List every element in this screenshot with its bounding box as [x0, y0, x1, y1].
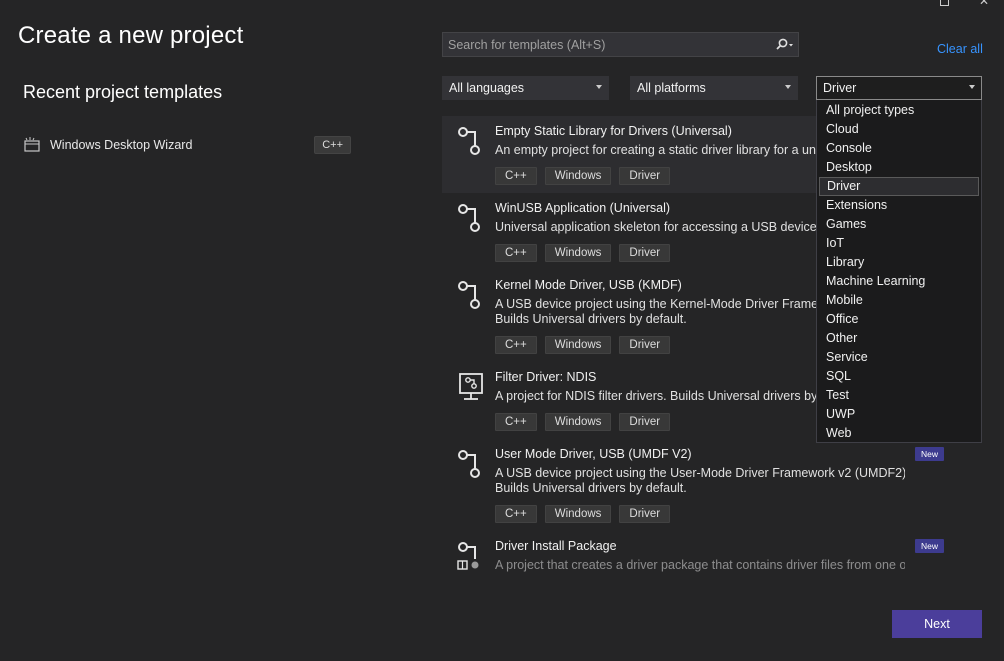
search-icon[interactable]	[772, 35, 798, 55]
tag-language: C++	[495, 505, 537, 523]
menu-item-library[interactable]: Library	[819, 253, 979, 272]
driver-icon	[458, 281, 480, 309]
driver-icon	[458, 127, 480, 155]
driver-package-icon	[457, 542, 479, 570]
clear-all-link[interactable]: Clear all	[937, 42, 983, 56]
tag-type: Driver	[619, 167, 671, 185]
recent-template-label: Windows Desktop Wizard	[50, 138, 193, 152]
tag-type: Driver	[619, 336, 671, 354]
page-title: Create a new project	[18, 22, 244, 49]
menu-item-uwp[interactable]: UWP	[819, 405, 979, 424]
tag-platform: Windows	[544, 336, 612, 354]
template-description-line2: Builds Universal drivers by default.	[495, 481, 687, 495]
project-type-dropdown-menu: All project types Cloud Console Desktop …	[816, 100, 982, 443]
menu-item-office[interactable]: Office	[819, 310, 979, 329]
platform-filter-dropdown[interactable]: All platforms	[630, 76, 798, 100]
template-description: A USB device project using the User-Mode…	[495, 466, 905, 480]
tag-type: Driver	[619, 413, 671, 431]
menu-item-test[interactable]: Test	[819, 386, 979, 405]
template-description: A project that creates a driver package …	[495, 558, 905, 572]
next-button[interactable]: Next	[892, 610, 982, 638]
menu-item-console[interactable]: Console	[819, 139, 979, 158]
network-filter-icon	[459, 373, 483, 400]
menu-item-other[interactable]: Other	[819, 329, 979, 348]
menu-item-cloud[interactable]: Cloud	[819, 120, 979, 139]
template-title: User Mode Driver, USB (UMDF V2)	[495, 447, 692, 461]
menu-item-service[interactable]: Service	[819, 348, 979, 367]
project-type-filter-dropdown[interactable]: Driver	[816, 76, 982, 100]
template-title: Driver Install Package	[495, 539, 617, 553]
template-item[interactable]: New User Mode Driver, USB (UMDF V2) A US…	[442, 439, 958, 531]
menu-item-desktop[interactable]: Desktop	[819, 158, 979, 177]
tag-platform: Windows	[544, 244, 612, 262]
tag-type: Driver	[619, 244, 671, 262]
menu-item-games[interactable]: Games	[819, 215, 979, 234]
driver-icon	[458, 204, 480, 232]
menu-item-all-project-types[interactable]: All project types	[819, 101, 979, 120]
new-badge: New	[914, 447, 944, 461]
maximize-button[interactable]	[924, 0, 964, 10]
recent-template-tag: C++	[314, 136, 351, 154]
menu-item-extensions[interactable]: Extensions	[819, 196, 979, 215]
driver-icon	[458, 450, 480, 478]
tag-platform: Windows	[544, 167, 612, 185]
search-input[interactable]	[448, 37, 772, 52]
tag-type: Driver	[619, 505, 671, 523]
tag-language: C++	[495, 244, 537, 262]
menu-item-machine-learning[interactable]: Machine Learning	[819, 272, 979, 291]
tag-language: C++	[495, 336, 537, 354]
project-type-filter-value: Driver	[823, 81, 857, 95]
recent-template-item[interactable]: Windows Desktop Wizard C++	[23, 134, 351, 156]
recent-templates-heading: Recent project templates	[23, 82, 223, 102]
chevron-down-icon	[969, 85, 975, 89]
window-controls: ✕	[924, 0, 1004, 10]
chevron-down-icon	[596, 85, 602, 89]
menu-item-driver[interactable]: Driver	[819, 177, 979, 196]
template-item[interactable]: New Driver Install Package A project tha…	[442, 531, 958, 581]
template-search[interactable]	[442, 32, 799, 57]
close-button[interactable]: ✕	[964, 0, 1004, 10]
tag-language: C++	[495, 413, 537, 431]
menu-item-sql[interactable]: SQL	[819, 367, 979, 386]
template-tags: C++ Windows Driver	[495, 505, 948, 523]
tag-platform: Windows	[544, 505, 612, 523]
maximize-icon	[939, 0, 949, 6]
tag-language: C++	[495, 167, 537, 185]
tag-platform: Windows	[544, 413, 612, 431]
menu-item-iot[interactable]: IoT	[819, 234, 979, 253]
close-icon: ✕	[978, 0, 990, 8]
new-badge: New	[914, 539, 944, 553]
language-filter-value: All languages	[449, 81, 525, 95]
menu-item-mobile[interactable]: Mobile	[819, 291, 979, 310]
platform-filter-value: All platforms	[637, 81, 706, 95]
chevron-down-icon	[785, 85, 791, 89]
menu-item-web[interactable]: Web	[819, 424, 979, 443]
language-filter-dropdown[interactable]: All languages	[442, 76, 609, 100]
wizard-icon	[24, 137, 40, 152]
